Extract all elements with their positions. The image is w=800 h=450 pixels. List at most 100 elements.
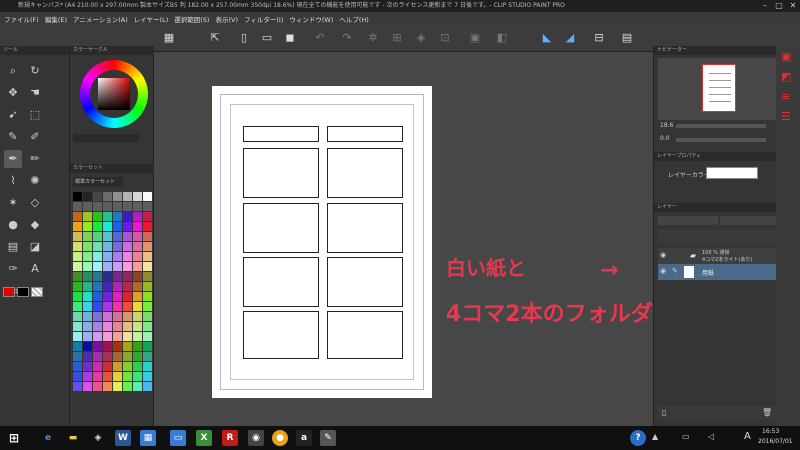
color-swatch[interactable] bbox=[113, 222, 122, 231]
visibility-eye-icon[interactable]: ◉ bbox=[660, 267, 666, 275]
color-swatch[interactable] bbox=[93, 222, 102, 231]
color-swatch[interactable] bbox=[113, 252, 122, 261]
color-swatch[interactable] bbox=[83, 342, 92, 351]
color-swatch[interactable] bbox=[113, 312, 122, 321]
color-swatch[interactable] bbox=[93, 212, 102, 221]
color-swatch[interactable] bbox=[143, 212, 152, 221]
color-swatch[interactable] bbox=[133, 292, 142, 301]
menu-edit[interactable]: 編集(E) bbox=[45, 14, 67, 24]
color-swatch[interactable] bbox=[83, 292, 92, 301]
volume-icon[interactable]: ◁ bbox=[708, 432, 714, 441]
color-swatch[interactable] bbox=[143, 262, 152, 271]
color-swatch[interactable] bbox=[73, 252, 82, 261]
delete-layer-icon[interactable]: 🗑 bbox=[762, 408, 772, 417]
color-swatch[interactable] bbox=[83, 362, 92, 371]
color-swatch[interactable] bbox=[93, 302, 102, 311]
color-swatch[interactable] bbox=[143, 342, 152, 351]
menu-filter[interactable]: フィルター(I) bbox=[244, 14, 283, 24]
new-file-icon[interactable]: ▯ bbox=[237, 31, 251, 45]
color-swatch[interactable] bbox=[113, 282, 122, 291]
color-swatch[interactable] bbox=[133, 372, 142, 381]
more-icon[interactable]: ▤ bbox=[620, 31, 634, 45]
color-swatch[interactable] bbox=[103, 282, 112, 291]
color-swatch[interactable] bbox=[83, 232, 92, 241]
open-file-icon[interactable]: ▭ bbox=[260, 31, 274, 45]
color-swatch[interactable] bbox=[93, 292, 102, 301]
color-swatch[interactable] bbox=[133, 202, 142, 211]
color-swatch[interactable] bbox=[93, 262, 102, 271]
color-swatch[interactable] bbox=[143, 292, 152, 301]
color-wheel[interactable] bbox=[80, 60, 148, 128]
color-swatch[interactable] bbox=[123, 212, 132, 221]
color-swatch[interactable] bbox=[143, 232, 152, 241]
edge-icon[interactable]: e bbox=[40, 430, 56, 446]
decoration-tool-icon[interactable]: ✶ bbox=[4, 194, 22, 212]
zoom-tool-icon[interactable]: ⌕ bbox=[4, 62, 22, 80]
color-swatch[interactable] bbox=[83, 322, 92, 331]
color-swatch[interactable] bbox=[143, 272, 152, 281]
color-swatch[interactable] bbox=[113, 302, 122, 311]
color-swatch[interactable] bbox=[113, 242, 122, 251]
color-swatch[interactable] bbox=[133, 332, 142, 341]
color-swatch[interactable] bbox=[143, 362, 152, 371]
color-swatch[interactable] bbox=[123, 332, 132, 341]
panel-frame[interactable] bbox=[243, 311, 319, 359]
excel-icon[interactable]: X bbox=[196, 430, 212, 446]
pen-tool-icon[interactable]: ✒ bbox=[4, 150, 22, 168]
color-swatch[interactable] bbox=[73, 312, 82, 321]
store-icon[interactable]: ◈ bbox=[90, 430, 106, 446]
menu-file[interactable]: ファイル(F) bbox=[4, 14, 39, 24]
color-swatch[interactable] bbox=[103, 372, 112, 381]
color-swatch[interactable] bbox=[123, 322, 132, 331]
color-swatch[interactable] bbox=[143, 352, 152, 361]
color-swatch[interactable] bbox=[73, 372, 82, 381]
color-swatch[interactable] bbox=[113, 262, 122, 271]
airbrush-tool-icon[interactable]: ✺ bbox=[26, 172, 44, 190]
color-swatch[interactable] bbox=[113, 272, 122, 281]
help-icon[interactable]: ? bbox=[630, 430, 646, 446]
color-swatch[interactable] bbox=[73, 302, 82, 311]
color-swatch[interactable] bbox=[123, 372, 132, 381]
select-all-icon[interactable]: ▣ bbox=[468, 31, 482, 45]
title-frame-right[interactable] bbox=[327, 126, 403, 142]
color-swatch[interactable] bbox=[133, 222, 142, 231]
color-swatch[interactable] bbox=[113, 342, 122, 351]
color-swatch[interactable] bbox=[113, 292, 122, 301]
color-swatch[interactable] bbox=[133, 282, 142, 291]
operation-tool-icon[interactable]: ➹ bbox=[4, 106, 22, 124]
color-swatch[interactable] bbox=[143, 322, 152, 331]
clock-date[interactable]: 2016/07/01 bbox=[758, 438, 793, 445]
color-swatch[interactable] bbox=[83, 332, 92, 341]
color-swatch[interactable] bbox=[93, 282, 102, 291]
clock-time[interactable]: 16:53 bbox=[762, 428, 779, 435]
color-swatch[interactable] bbox=[133, 312, 142, 321]
color-swatch[interactable] bbox=[103, 352, 112, 361]
color-swatch[interactable] bbox=[103, 212, 112, 221]
figure-tool-icon[interactable]: ◪ bbox=[26, 238, 44, 256]
color-swatch[interactable] bbox=[113, 322, 122, 331]
layer-color-field[interactable] bbox=[706, 167, 758, 179]
color-swatch[interactable] bbox=[93, 232, 102, 241]
menu-selection[interactable]: 選択範囲(S) bbox=[174, 14, 209, 24]
chrome-icon[interactable]: ● bbox=[272, 430, 288, 446]
color-swatch[interactable] bbox=[73, 362, 82, 371]
color-swatch[interactable] bbox=[103, 292, 112, 301]
color-swatch[interactable] bbox=[93, 372, 102, 381]
color-swatch[interactable] bbox=[73, 262, 82, 271]
transparent-color-swatch[interactable] bbox=[31, 287, 43, 297]
color-swatch[interactable] bbox=[103, 222, 112, 231]
color-swatch[interactable] bbox=[73, 322, 82, 331]
eyedropper-tool-icon[interactable]: ✐ bbox=[26, 128, 44, 146]
zoom-slider[interactable] bbox=[676, 124, 766, 128]
ime-indicator[interactable]: A bbox=[744, 431, 751, 442]
save-icon[interactable]: ◼ bbox=[283, 31, 297, 45]
color-swatch[interactable] bbox=[73, 292, 82, 301]
color-swatch[interactable] bbox=[93, 382, 102, 391]
paper-canvas[interactable] bbox=[212, 86, 432, 398]
color-swatch[interactable] bbox=[133, 352, 142, 361]
start-icon[interactable]: ⊞ bbox=[6, 430, 22, 446]
brush-tool-icon[interactable]: ⌇ bbox=[4, 172, 22, 190]
color-swatch[interactable] bbox=[123, 252, 132, 261]
color-swatch[interactable] bbox=[123, 292, 132, 301]
color-swatch[interactable] bbox=[73, 242, 82, 251]
